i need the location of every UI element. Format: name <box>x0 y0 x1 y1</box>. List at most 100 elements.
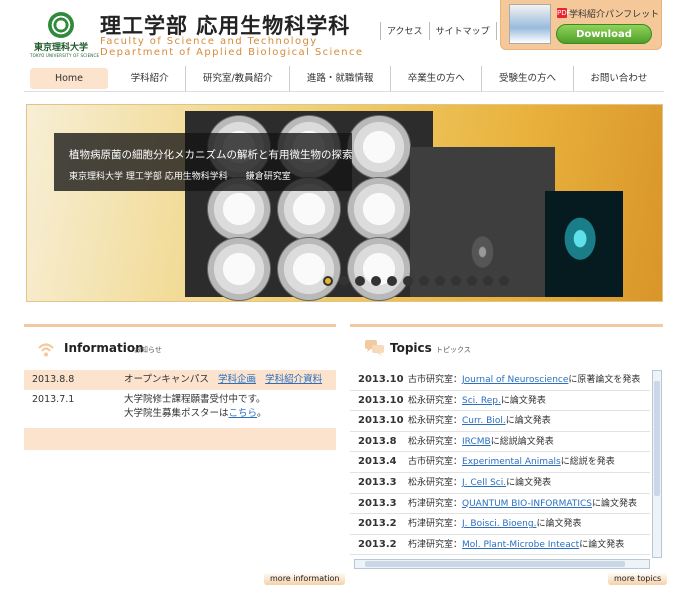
microscope-photo <box>410 147 555 297</box>
slide-dot[interactable] <box>371 276 381 286</box>
topic-row: 2013.10 松永研究室：Curr. Biol.に論文発表 <box>350 411 650 432</box>
slide-dot[interactable] <box>451 276 461 286</box>
hero-caption-sub: 東京理科大学 理工学部 応用生物科学科 鎌倉研究室 <box>69 172 291 182</box>
topics-panel: Topics トピックス 2013.10 古市研究室：Journal of Neu… <box>350 324 668 586</box>
topic-suffix: に論文発表 <box>536 519 582 530</box>
topic-journal-link[interactable]: Sci. Rep. <box>462 396 501 406</box>
wifi-icon <box>38 343 54 357</box>
topic-lab: 朽津研究室： <box>408 519 463 530</box>
topic-date: 2013.2 <box>358 518 397 530</box>
slide-dot[interactable] <box>339 276 349 286</box>
info-date: 2013.7.1 <box>32 394 75 405</box>
topic-row: 2013.4 古市研究室：Experimental Animalsに総説を発表 <box>350 452 650 473</box>
information-row: 2013.7.1 大学院修士課程願書受付中です。 大学院生募集ポスターはこちら。 <box>24 390 336 424</box>
information-list: 2013.8.8 オープンキャンパス 学科企画 学科紹介資料 2013.7.1 … <box>24 370 336 424</box>
topics-subtitle: トピックス <box>436 346 471 354</box>
topics-title: Topics <box>390 341 432 355</box>
pamphlet-thumbnail[interactable] <box>509 4 551 44</box>
topics-header: Topics トピックス <box>350 324 663 368</box>
logo-english: TOKYO UNIVERSITY OF SCIENCE <box>30 53 100 58</box>
speech-bubbles-icon <box>365 340 384 356</box>
site-subtitle-faculty: Faculty of Science and Technology <box>100 36 318 47</box>
topic-suffix: に総説論文発表 <box>490 436 554 447</box>
topic-suffix: に論文発表 <box>579 539 625 550</box>
topic-journal-link[interactable]: QUANTUM BIO-INFORMATICS <box>462 499 592 509</box>
slide-dot[interactable] <box>435 276 445 286</box>
nav-home[interactable]: Home <box>30 68 108 89</box>
fluorescence-photo <box>545 191 623 297</box>
topic-date: 2013.10 <box>358 374 404 385</box>
information-header: Information お知らせ <box>24 324 336 368</box>
department-materials-link[interactable]: 学科紹介資料 <box>265 374 322 385</box>
hero-caption-box <box>54 133 352 191</box>
topics-list[interactable]: 2013.10 古市研究室：Journal of Neuroscienceに原著論… <box>350 370 650 566</box>
open-campus-plan-link[interactable]: 学科企画 <box>218 374 256 385</box>
more-topics-button[interactable]: more topics <box>608 572 668 585</box>
topic-journal-link[interactable]: Experimental Animals <box>462 457 561 467</box>
topic-row: 2013.8 松永研究室：IRCMBに総説論文発表 <box>350 432 650 453</box>
hero-caption-title: 植物病原菌の細胞分化メカニズムの解析と有用微生物の探索 <box>69 149 353 161</box>
nav-applicants[interactable]: 受験生の方へ <box>482 66 574 91</box>
information-title: Information <box>64 341 144 355</box>
topic-row: 2013.3 松永研究室：J. Cell Sci.に論文発表 <box>350 473 650 494</box>
utility-nav: アクセス サイトマップ <box>380 22 497 40</box>
slide-dot[interactable] <box>387 276 397 286</box>
slide-dot[interactable] <box>403 276 413 286</box>
topic-date: 2013.10 <box>358 394 404 406</box>
nav-labs-faculty[interactable]: 研究室/教員紹介 <box>186 66 291 91</box>
slide-dot[interactable] <box>483 276 493 286</box>
nav-alumni[interactable]: 卒業生の方へ <box>391 66 483 91</box>
topic-journal-link[interactable]: J. Cell Sci. <box>462 478 506 488</box>
information-subtitle: お知らせ <box>134 346 162 354</box>
topic-journal-link[interactable]: J. Boisci. Bioeng. <box>462 519 536 529</box>
slide-dot[interactable] <box>499 276 509 286</box>
information-row: 2013.8.8 オープンキャンパス 学科企画 学科紹介資料 <box>24 370 336 390</box>
sitemap-link[interactable]: サイトマップ <box>428 22 497 40</box>
topic-row: 2013.10 古市研究室：Journal of Neuroscienceに原著論… <box>350 370 650 391</box>
topics-vertical-scrollbar[interactable] <box>652 370 662 558</box>
info-text-period: 。 <box>257 408 267 419</box>
topic-lab: 古市研究室： <box>408 375 463 385</box>
slide-dot[interactable] <box>355 276 365 286</box>
topic-journal-link[interactable]: Mol. Plant-Microbe Inteact <box>462 540 579 550</box>
pdf-icon: PDF <box>557 8 571 18</box>
logo-japanese: 東京理科大学 <box>33 43 88 53</box>
topic-suffix: に総説を発表 <box>560 457 615 468</box>
nav-department[interactable]: 学科紹介 <box>114 66 187 91</box>
scrollbar-thumb[interactable] <box>365 561 625 567</box>
topic-lab: 松永研究室： <box>408 416 463 427</box>
topic-lab: 松永研究室： <box>408 395 463 406</box>
scrollbar-thumb[interactable] <box>654 381 660 496</box>
topic-suffix: に原著論文を発表 <box>568 375 641 385</box>
topic-journal-link[interactable]: Journal of Neuroscience <box>462 375 568 385</box>
topic-row: 2013.2 朽津研究室：J. Boisci. Bioeng.に論文発表 <box>350 514 650 535</box>
topic-lab: 古市研究室： <box>408 457 463 468</box>
topic-suffix: に論文発表 <box>591 498 637 509</box>
topic-date: 2013.10 <box>358 415 404 427</box>
pamphlet-box: PDF 学科紹介パンフレット Download <box>500 0 662 50</box>
topic-lab: 松永研究室： <box>408 477 463 488</box>
nav-contact[interactable]: お問い合わせ <box>574 66 664 91</box>
nav-careers[interactable]: 進路・就職情報 <box>290 66 392 91</box>
site-header: 東京理科大学 TOKYO UNIVERSITY OF SCIENCE 理工学部 … <box>0 0 690 66</box>
info-text: 大学院修士課程願書受付中です。 <box>124 394 266 405</box>
topic-row: 2013.3 朽津研究室：QUANTUM BIO-INFORMATICSに論文発表 <box>350 494 650 515</box>
topic-date: 2013.2 <box>358 538 397 550</box>
download-button[interactable]: Download <box>556 24 652 44</box>
slide-dot[interactable] <box>467 276 477 286</box>
global-nav: Home 学科紹介 研究室/教員紹介 進路・就職情報 卒業生の方へ 受験生の方へ… <box>24 66 664 92</box>
topic-row: 2013.10 松永研究室：Sci. Rep.に論文発表 <box>350 391 650 412</box>
poster-link[interactable]: こちら <box>229 408 258 419</box>
access-link[interactable]: アクセス <box>380 22 429 40</box>
site-subtitle-department: Department of Applied Biological Science <box>100 47 364 58</box>
topic-date: 2013.3 <box>358 497 397 509</box>
topic-journal-link[interactable]: Curr. Biol. <box>462 416 506 426</box>
topics-horizontal-scrollbar[interactable] <box>354 559 650 569</box>
university-logo[interactable]: 東京理科大学 TOKYO UNIVERSITY OF SCIENCE <box>30 12 100 58</box>
topic-journal-link[interactable]: IRCMB <box>462 437 491 447</box>
topic-date: 2013.3 <box>358 476 397 488</box>
slide-dot[interactable] <box>419 276 429 286</box>
slide-dot[interactable] <box>323 276 333 286</box>
hero-slideshow[interactable]: 植物病原菌の細胞分化メカニズムの解析と有用微生物の探索 東京理科大学 理工学部 … <box>26 104 663 302</box>
more-information-button[interactable]: more information <box>264 572 346 585</box>
